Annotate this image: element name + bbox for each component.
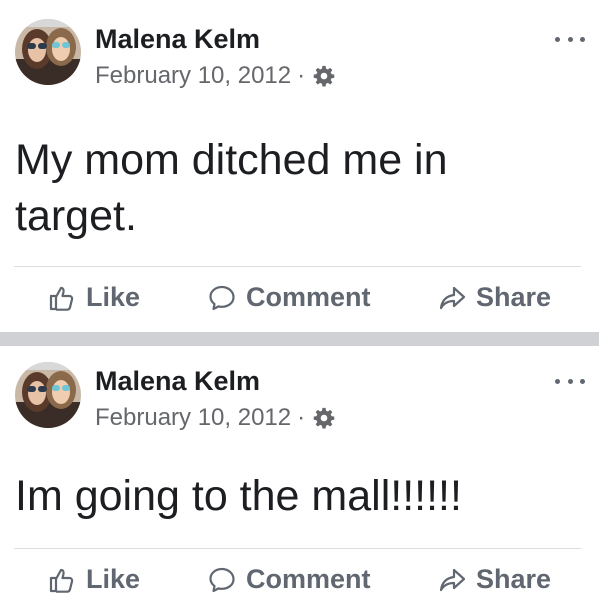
post-card: Malena Kelm February 10, 2012 · My mom d… xyxy=(0,0,599,332)
post-card: Malena Kelm February 10, 2012 · Im going… xyxy=(0,346,599,607)
avatar[interactable] xyxy=(15,362,81,428)
speech-bubble-icon xyxy=(208,284,236,312)
comment-button[interactable]: Comment xyxy=(208,564,371,595)
more-options-icon[interactable] xyxy=(555,34,585,44)
post-actions: Like Comment Share xyxy=(0,558,599,608)
post-actions: Like Comment Share xyxy=(0,276,599,326)
dot xyxy=(555,378,560,384)
thumbs-up-icon xyxy=(48,284,76,312)
post-meta: February 10, 2012 · xyxy=(95,62,335,90)
meta-separator: · xyxy=(297,62,306,89)
share-label: Share xyxy=(476,282,552,312)
actions-divider xyxy=(14,548,581,549)
like-button[interactable]: Like xyxy=(48,564,140,595)
thumbs-up-icon xyxy=(48,566,76,594)
like-label: Like xyxy=(86,282,141,312)
comment-button[interactable]: Comment xyxy=(208,282,371,313)
post-text: Im going to the mall!!!!!! xyxy=(15,472,462,520)
share-button[interactable]: Share xyxy=(438,282,551,313)
speech-bubble-icon xyxy=(208,566,236,594)
dot xyxy=(567,378,573,384)
like-label: Like xyxy=(86,564,141,594)
share-label: Share xyxy=(476,564,552,594)
avatar[interactable] xyxy=(15,19,81,85)
gear-icon[interactable] xyxy=(313,65,335,87)
meta-separator: · xyxy=(297,404,306,431)
share-arrow-icon xyxy=(438,566,466,594)
share-arrow-icon xyxy=(438,284,466,312)
post-date[interactable]: February 10, 2012 xyxy=(95,404,291,432)
share-button[interactable]: Share xyxy=(438,564,551,595)
dot xyxy=(580,36,585,42)
dot xyxy=(580,378,585,384)
comment-label: Comment xyxy=(246,282,371,312)
post-text: My mom ditched me in target. xyxy=(15,136,448,240)
gear-icon[interactable] xyxy=(313,407,335,429)
comment-label: Comment xyxy=(246,564,371,594)
feed-divider xyxy=(0,332,599,346)
more-options-icon[interactable] xyxy=(555,376,585,386)
dot xyxy=(567,36,573,42)
post-date[interactable]: February 10, 2012 xyxy=(95,62,291,90)
post-meta: February 10, 2012 · xyxy=(95,404,335,432)
author-name[interactable]: Malena Kelm xyxy=(95,24,260,55)
like-button[interactable]: Like xyxy=(48,282,140,313)
dot xyxy=(555,36,560,42)
actions-divider xyxy=(14,266,581,267)
author-name[interactable]: Malena Kelm xyxy=(95,366,260,397)
